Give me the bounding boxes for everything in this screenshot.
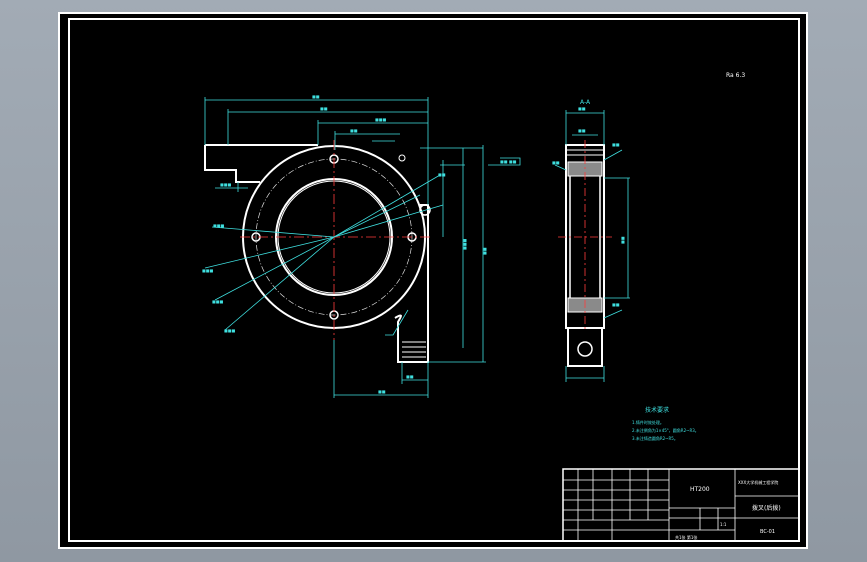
school-text: XXX大学机械工程学院 [738,479,778,485]
sheet-outer-border [58,12,808,549]
svg-text:■■: ■■ [378,389,386,394]
svg-text:■■: ■■ [312,94,320,99]
drawing-no-text: BC-01 [760,529,775,535]
tech-req-title: 技术要求 [645,406,669,414]
svg-text:■■■: ■■■ [212,299,224,304]
tech-req-line-2: 2.未注倒角为1×45°，圆角R2~R3。 [632,427,699,433]
tech-req-line-3: 3.未注铸造圆角R2~R5。 [632,435,678,441]
svg-text:■■■: ■■■ [224,328,236,333]
svg-text:■■: ■■ [578,106,586,111]
svg-text:■■■: ■■■ [462,238,467,250]
svg-text:■■: ■■ [320,106,328,111]
svg-text:■■■: ■■■ [202,268,214,273]
svg-text:■■: ■■ [578,128,586,133]
roughness-note: Ra 6.3 [726,72,745,79]
section-label: A-A [580,99,591,106]
svg-text:■■■: ■■■ [220,182,232,187]
svg-text:■■■: ■■■ [375,117,387,122]
tech-req-line-1: 1.铸件时效处理。 [632,419,664,425]
svg-text:■■: ■■ [482,247,487,255]
svg-text:■■: ■■ [350,128,358,133]
scale-text: 1:1 [720,522,727,527]
svg-text:■■: ■■ [620,236,625,244]
svg-text:■■: ■■ [612,142,620,147]
cad-drawing: ■■ ■■ ■■■ ■■ ■■ ■■ ■■■ ■■ ■■ ■■ ■■■ ■■■ … [58,12,808,549]
svg-text:■■ ■■: ■■ ■■ [500,159,517,164]
sheet-text: 共1张 第1张 [675,534,697,540]
svg-text:■■: ■■ [552,160,560,165]
part-name-text: 拨叉(后拨) [752,504,781,512]
material-text: HT200 [690,486,710,493]
svg-text:■■: ■■ [406,374,414,379]
svg-text:■■: ■■ [612,302,620,307]
svg-text:■■■: ■■■ [213,223,225,228]
svg-text:■■: ■■ [438,172,446,177]
